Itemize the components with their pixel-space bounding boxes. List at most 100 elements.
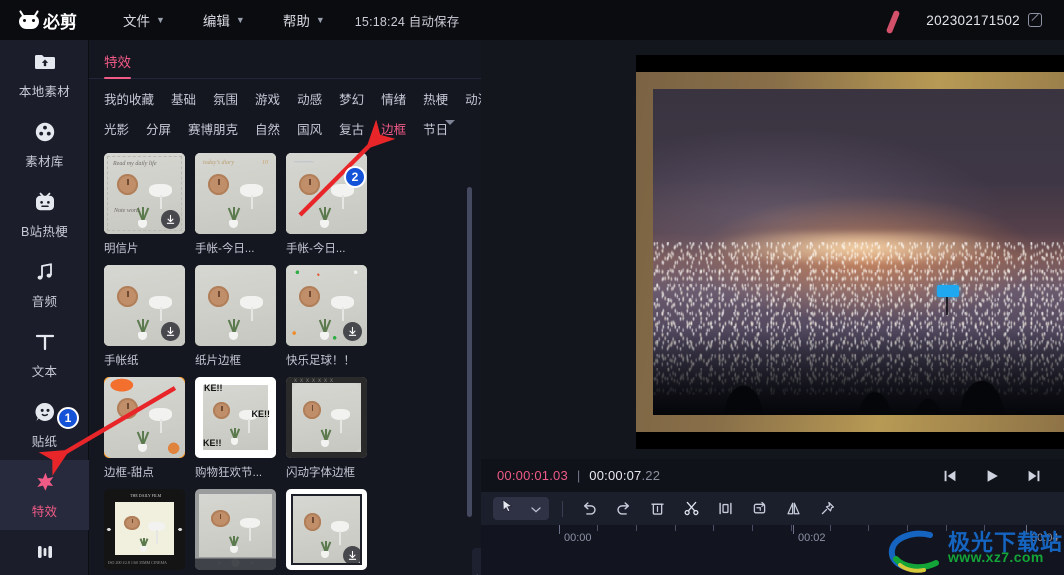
sidebar-item-audio[interactable]: 音频 xyxy=(0,250,89,320)
category-retro[interactable]: 复古 xyxy=(339,119,364,138)
sidebar-item-media-library[interactable]: 素材库 xyxy=(0,110,89,180)
ruler-label: 00:02 xyxy=(798,532,826,544)
effect-item[interactable]: 快乐足球！！ xyxy=(286,265,372,368)
sidebar-item-bilibili-memes[interactable]: B站热梗 xyxy=(0,180,89,250)
menu-help[interactable]: 帮助 ▼ xyxy=(283,10,325,30)
sticker-face-icon xyxy=(33,400,57,424)
effect-thumbnail xyxy=(195,489,276,570)
effect-thumbnail: today's diary 10 xyxy=(195,153,276,234)
effects-panel: 特效 我的收藏 基础 氛围 游戏 动感 梦幻 情绪 热梗 动漫 光影 分屏 赛博… xyxy=(89,40,490,575)
mirror-flip-icon[interactable] xyxy=(776,500,810,517)
menu-edit[interactable]: 编辑 ▼ xyxy=(203,10,245,30)
sidebar-item-label: B站热梗 xyxy=(20,225,69,239)
video-canvas xyxy=(653,89,1064,415)
effect-item[interactable]: 简洁白 xyxy=(286,489,372,575)
trash-icon[interactable] xyxy=(640,500,674,517)
skip-previous-icon[interactable] xyxy=(942,468,958,484)
effect-name: 快乐足球！！ xyxy=(286,355,355,367)
select-tool-button[interactable] xyxy=(493,497,549,520)
tab-effects[interactable]: 特效 xyxy=(104,40,131,79)
category-memes[interactable]: 热梗 xyxy=(423,89,448,108)
timeline-ruler[interactable]: 00:00 00:02 00:04 xyxy=(481,525,1064,549)
transport-controls xyxy=(942,468,1042,484)
chevron-down-icon[interactable] xyxy=(445,120,455,125)
category-atmosphere[interactable]: 氛围 xyxy=(213,89,238,108)
download-icon[interactable] xyxy=(161,210,180,229)
category-game[interactable]: 游戏 xyxy=(255,89,280,108)
scissors-icon[interactable] xyxy=(674,500,708,517)
tab-effects-label: 特效 xyxy=(104,55,131,70)
menu-file-label: 文件 xyxy=(123,14,150,29)
effect-item[interactable]: 边框-甜点 xyxy=(104,377,190,480)
category-dynamic[interactable]: 动感 xyxy=(297,89,322,108)
effect-item[interactable]: 播放器 xyxy=(195,489,281,575)
skip-next-icon[interactable] xyxy=(1026,468,1042,484)
folder-upload-icon xyxy=(33,50,57,74)
menu-help-label: 帮助 xyxy=(282,14,310,29)
category-light-shadow[interactable]: 光影 xyxy=(104,119,129,138)
download-icon[interactable] xyxy=(343,322,362,341)
category-basic[interactable]: 基础 xyxy=(171,89,196,108)
effects-grid: Read my daily life Note word 明信片 today's… xyxy=(104,153,464,575)
timecode-separator: | xyxy=(576,468,581,483)
effect-item[interactable]: THE DAILY FILM ISO 200 f/2.8 1/60 35MM C… xyxy=(104,489,190,575)
menu-file[interactable]: 文件 ▼ xyxy=(123,10,165,30)
sidebar-item-transition[interactable]: 转场 xyxy=(0,530,89,575)
effect-thumbnail: THE DAILY FILM ISO 200 f/2.8 1/60 35MM C… xyxy=(104,489,185,570)
transition-bars-icon xyxy=(33,540,57,564)
chevron-left-icon: ‹ xyxy=(475,571,479,575)
menu-edit-label: 编辑 xyxy=(202,14,230,29)
category-emotion[interactable]: 情绪 xyxy=(381,89,406,108)
chevron-down-icon: ▼ xyxy=(315,15,325,25)
autosave-status: 15:18:24 自动保存 xyxy=(354,14,460,29)
effect-thumbnail xyxy=(104,377,185,458)
effect-thumbnail xyxy=(104,265,185,346)
total-duration: 00:00:07.22 xyxy=(589,468,660,483)
effect-thumbnail xyxy=(286,265,367,346)
sidebar-item-text[interactable]: 文本 xyxy=(0,320,89,390)
category-nature[interactable]: 自然 xyxy=(255,119,280,138)
video-stage[interactable] xyxy=(636,55,1064,449)
effect-name: 手帐-今日... xyxy=(195,243,255,255)
loop-back-icon[interactable] xyxy=(742,500,776,517)
pin-icon[interactable] xyxy=(810,500,844,517)
app-brand-label: 必剪 xyxy=(43,12,77,32)
panel-collapse-button[interactable]: ‹ xyxy=(472,548,481,575)
effect-item[interactable]: 纸片边框 xyxy=(195,265,281,368)
timeline-track-area[interactable]: 00:00 00:02 00:04 极光下载站 www.xz7.com xyxy=(481,525,1064,575)
category-cyberpunk[interactable]: 赛博朋克 xyxy=(188,119,238,138)
bijian-logo-icon xyxy=(18,9,40,30)
edit-pencil-icon[interactable] xyxy=(1028,13,1042,27)
category-row-1: 我的收藏 基础 氛围 游戏 动感 梦幻 情绪 热梗 动漫 xyxy=(104,89,490,108)
effect-thumbnail xyxy=(195,265,276,346)
category-split-screen[interactable]: 分屏 xyxy=(146,119,171,138)
annotation-badge-1: 1 xyxy=(57,407,79,429)
sidebar-item-local-media[interactable]: 本地素材 xyxy=(0,40,89,110)
category-border[interactable]: 边框 xyxy=(381,119,406,138)
sidebar-item-label: 贴纸 xyxy=(31,435,58,449)
effect-thumbnail xyxy=(286,489,367,570)
download-icon[interactable] xyxy=(161,322,180,341)
crop-frame-icon[interactable] xyxy=(708,500,742,517)
category-dreamy[interactable]: 梦幻 xyxy=(339,89,364,108)
redo-icon[interactable] xyxy=(606,500,640,517)
category-chinese-style[interactable]: 国风 xyxy=(297,119,322,138)
effect-item[interactable]: KE!! KE!! KE!! 购物狂欢节... xyxy=(195,377,281,480)
bilibili-tv-icon xyxy=(33,190,57,214)
effect-item[interactable]: 手帐纸 xyxy=(104,265,190,368)
sidebar-item-effects[interactable]: 特效 xyxy=(0,460,89,530)
panel-scrollbar[interactable] xyxy=(467,187,472,517)
text-t-icon xyxy=(33,330,57,354)
chevron-down-icon: ▼ xyxy=(235,15,245,25)
effect-item[interactable]: Read my daily life Note word 明信片 xyxy=(104,153,190,256)
category-my-favorites[interactable]: 我的收藏 xyxy=(104,89,154,108)
crowd-silhouette xyxy=(653,330,1064,415)
timecode-bar: 00:00:01.03 | 00:00:07.22 xyxy=(481,459,1064,492)
download-icon[interactable] xyxy=(343,546,362,565)
effect-item[interactable]: today's diary 10 手帐-今日... xyxy=(195,153,281,256)
undo-icon[interactable] xyxy=(572,500,606,517)
chevron-down-icon xyxy=(531,500,541,518)
effect-item[interactable]: X X X X X X X 闪动字体边框 xyxy=(286,377,372,480)
sidebar-item-label: 转场 xyxy=(32,571,58,575)
play-icon[interactable] xyxy=(984,468,1000,484)
